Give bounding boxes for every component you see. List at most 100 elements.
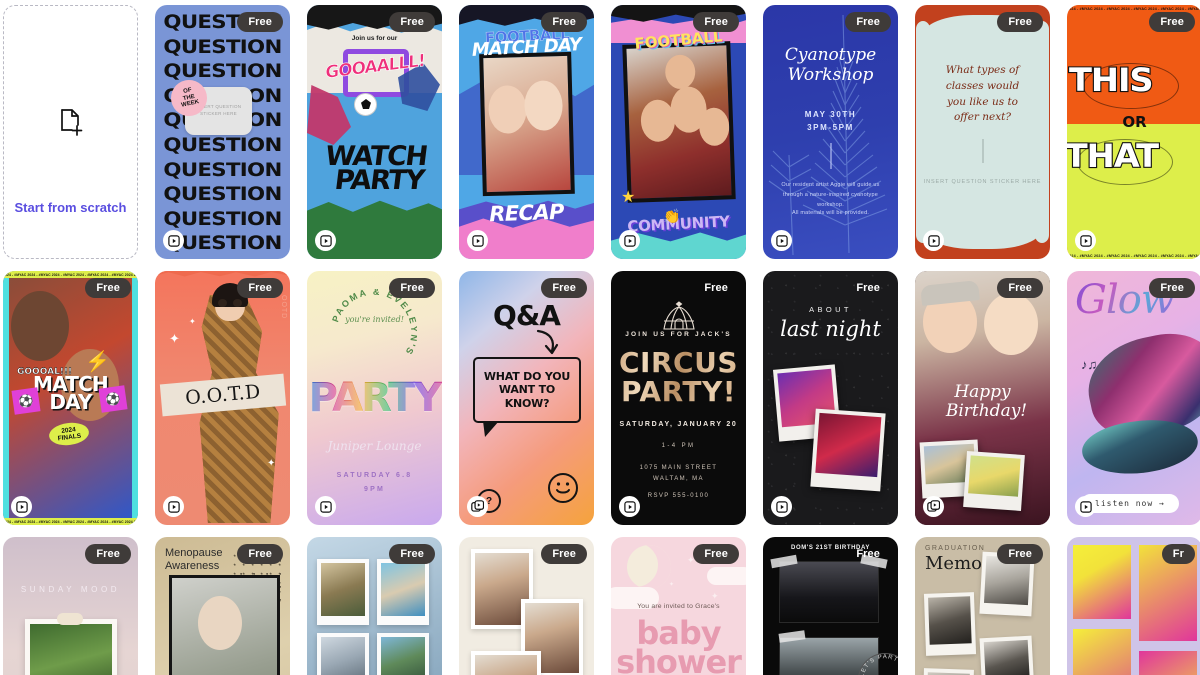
template-card-friends-collage[interactable]: Free <box>459 537 594 675</box>
free-badge: Free <box>1149 12 1195 32</box>
event-date: SATURDAY 6.8 <box>336 472 413 479</box>
title-line: Happy <box>954 382 1011 402</box>
photo-frame <box>169 575 280 675</box>
start-from-scratch-card[interactable]: Start from scratch <box>3 5 138 259</box>
template-card-graduation-memories[interactable]: GRADUATION Memories Free <box>915 537 1050 675</box>
free-badge: Free <box>845 12 891 32</box>
free-badge: Free <box>85 278 131 298</box>
video-play-icon <box>1075 230 1096 251</box>
video-play-icon <box>1075 496 1096 517</box>
template-card-classes-question[interactable]: What types of classes would you like us … <box>915 5 1050 259</box>
title-line: Birthday! <box>945 400 1028 421</box>
template-card-football-community[interactable]: FOOTBALL COMMUNITY ★ 👏 Free <box>611 5 746 259</box>
template-card-watch-party[interactable]: Join us for our GOOAALLL! WATCH PARTY Fr… <box>307 5 442 259</box>
template-card-sunday-mood[interactable]: SUNDAY MOOD Free <box>3 537 138 675</box>
recap-text: RECAP <box>488 199 565 227</box>
template-card-match-day-goal[interactable]: 2024 - #MYAC 2024 - #MYAC 2024 - #MYAC 2… <box>3 271 138 525</box>
template-card-doms-21st-birthday[interactable]: DOM'S 21ST BIRTHDAY LET'S PARTY! LET'S P… <box>763 537 898 675</box>
side-label: OOTD <box>280 295 287 320</box>
soccer-sticker: ⚽ <box>98 385 128 413</box>
ticker-strip-bottom: 2024 - #MYAC 2024 - #MYAC 2024 - #MYAC 2… <box>1067 252 1200 259</box>
free-badge: Free <box>997 544 1043 564</box>
template-card-cyanotype-workshop[interactable]: Cyanotype Workshop MAY 30TH 3PM-5PM Our … <box>763 5 898 259</box>
video-play-icon <box>315 230 336 251</box>
template-card-match-day-recap[interactable]: FOOTBALL MATCH DAY RECAP Free <box>459 5 594 259</box>
sunday-mood-title: SUNDAY MOOD <box>20 585 121 594</box>
template-card-about-last-night[interactable]: ABOUT last night Free <box>763 271 898 525</box>
smiley-face-icon <box>548 473 578 503</box>
template-card-party-invite[interactable]: PAOMA & EVELEYN'S you're invited! PARTY … <box>307 271 442 525</box>
video-play-icon <box>771 496 792 517</box>
scalloped-shape <box>916 15 1049 249</box>
template-card-circus-party[interactable]: JOIN US FOR JACK'S CIRCUS PARTY! SATURDA… <box>611 271 746 525</box>
free-badge: Free <box>389 544 435 564</box>
cyanotype-title: Cyanotype Workshop <box>763 45 898 85</box>
video-play-icon <box>923 230 944 251</box>
this-text: THIS <box>1068 60 1155 100</box>
polaroid-photo <box>922 668 974 675</box>
title-line: Awareness <box>165 559 220 572</box>
event-date: MAY 30TH <box>804 110 857 119</box>
or-text: OR <box>1122 113 1147 131</box>
free-badge: Free <box>856 548 880 560</box>
title-line: CIRCUS <box>619 346 738 379</box>
template-card-neon-collage[interactable]: Fr <box>1067 537 1200 675</box>
template-card-glow-playlist[interactable]: Glow ♪♫ listen now → Free <box>1067 271 1200 525</box>
ticker-strip-bottom: 2024 - #MYAC 2024 - #MYAC 2024 - #MYAC 2… <box>3 518 138 525</box>
video-play-icon <box>163 230 184 251</box>
event-date-time: SATURDAY 6.8 9PM <box>307 469 442 497</box>
polaroid-photo <box>963 451 1025 511</box>
template-card-baby-shower[interactable]: ✦ ✦ ✦ You are invited to Grace's baby sh… <box>611 537 746 675</box>
question-line: QUESTION <box>163 35 282 58</box>
template-card-happy-birthday[interactable]: Happy Birthday! Free <box>915 271 1050 525</box>
free-badge: Fr <box>1161 544 1195 564</box>
template-card-q-and-a[interactable]: Q&A WHAT DO YOU WANT TO KNOW? ? Free <box>459 271 594 525</box>
join-text: Join us for our <box>351 35 398 42</box>
start-from-scratch-label: Start from scratch <box>14 200 127 216</box>
question-line: QUESTION <box>163 207 282 230</box>
free-badge: Free <box>693 544 739 564</box>
baby-shower-title: baby shower <box>611 617 746 675</box>
divider <box>982 139 983 163</box>
polaroid-photo <box>979 635 1035 675</box>
stacked-pages-icon <box>923 496 944 517</box>
sunglasses-icon <box>218 299 242 307</box>
question-text: What types of classes would you like us … <box>945 64 1020 124</box>
clapping-hands-icon: 👏 <box>663 208 681 224</box>
question-line: QUESTION <box>163 134 282 157</box>
script-text: you're invited! <box>345 315 404 324</box>
photo-tile <box>1073 629 1131 675</box>
free-badge: Free <box>389 12 435 32</box>
template-card-travel-collage[interactable]: Free <box>307 537 442 675</box>
last-night-script: last night <box>780 317 881 341</box>
arc-text: PAOMA & EVELEYN'S <box>331 289 417 358</box>
template-card-this-or-that[interactable]: 2024 - #MYAC 2024 - #MYAC 2024 - #MYAC 2… <box>1067 5 1200 259</box>
photo-tile <box>317 559 369 625</box>
new-document-icon <box>58 108 84 143</box>
free-badge: Free <box>541 544 587 564</box>
happy-birthday-title: Happy Birthday! <box>915 383 1050 420</box>
insert-sticker-hint: INSERT QUESTION STICKER HERE <box>923 179 1042 185</box>
star-icon: ★ <box>621 189 636 206</box>
face-right <box>984 293 1038 355</box>
title-line: Workshop <box>787 65 874 86</box>
photo-tile <box>471 651 541 675</box>
template-card-ootd[interactable]: ✦ ✦ ✦ OOTD O.O.T.D Free <box>155 271 290 525</box>
free-badge: Free <box>1149 278 1195 298</box>
event-date: SATURDAY, JANUARY 20 <box>619 421 738 428</box>
template-card-menopause-awareness[interactable]: Menopause Awareness Free <box>155 537 290 675</box>
free-badge: Free <box>85 544 131 564</box>
question-line: QUESTION <box>163 183 282 206</box>
cloud-shape <box>707 567 746 585</box>
template-gallery-grid: Start from scratch QUESTION QUESTION QUE… <box>0 0 1200 675</box>
stacked-pages-icon <box>467 496 488 517</box>
free-badge: Free <box>704 282 728 294</box>
photo-tile <box>377 633 429 675</box>
free-badge: Free <box>237 544 283 564</box>
circus-tent-icon <box>611 299 746 335</box>
about-text: ABOUT <box>809 305 852 314</box>
video-play-icon <box>619 496 640 517</box>
video-play-icon <box>163 496 184 517</box>
title-line: PARTY! <box>620 374 737 408</box>
template-card-question-of-the-week[interactable]: QUESTION QUESTION QUESTION QUESTION QUES… <box>155 5 290 259</box>
